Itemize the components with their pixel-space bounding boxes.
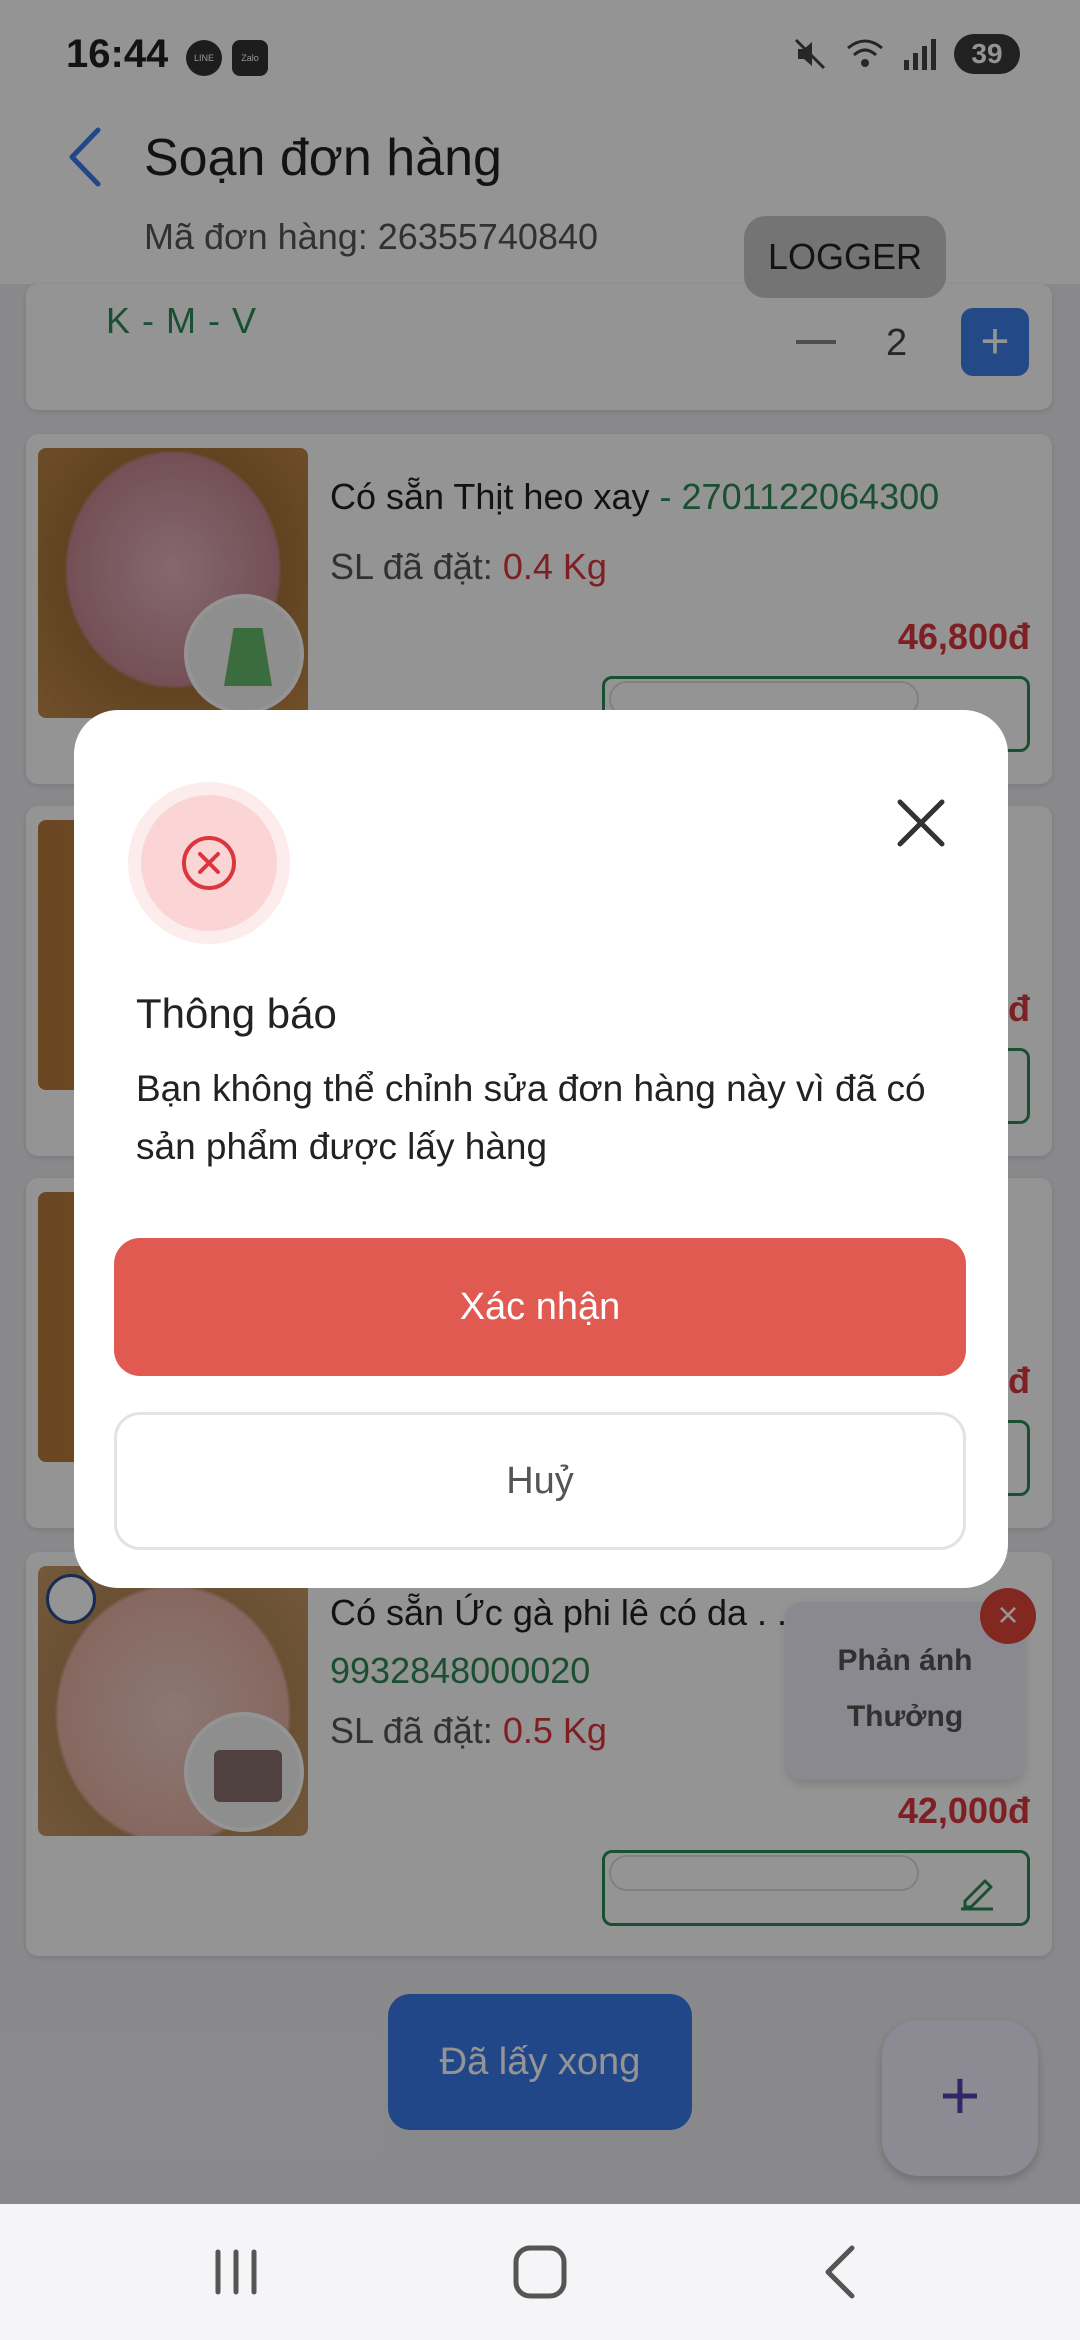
system-nav-bar [0, 2204, 1080, 2340]
screen: 16:44 LINE Zalo 39 Soạn đơn hàng Mã đơn … [0, 0, 1080, 2340]
dialog-message: Bạn không thể chỉnh sửa đơn hàng này vì … [136, 1068, 926, 1167]
alert-dialog: Thông báo Bạn không thể chỉnh sửa đơn hà… [74, 710, 1008, 1588]
confirm-button[interactable]: Xác nhận [114, 1238, 966, 1376]
home-icon[interactable] [500, 2236, 580, 2308]
alert-badge [128, 782, 290, 944]
close-icon[interactable] [892, 794, 950, 852]
recent-apps-icon[interactable] [196, 2236, 276, 2308]
alert-badge-inner [141, 795, 277, 931]
dialog-title: Thông báo [136, 990, 337, 1037]
error-x-icon [182, 836, 236, 890]
nav-back-icon[interactable] [800, 2236, 880, 2308]
cancel-button[interactable]: Huỷ [114, 1412, 966, 1550]
